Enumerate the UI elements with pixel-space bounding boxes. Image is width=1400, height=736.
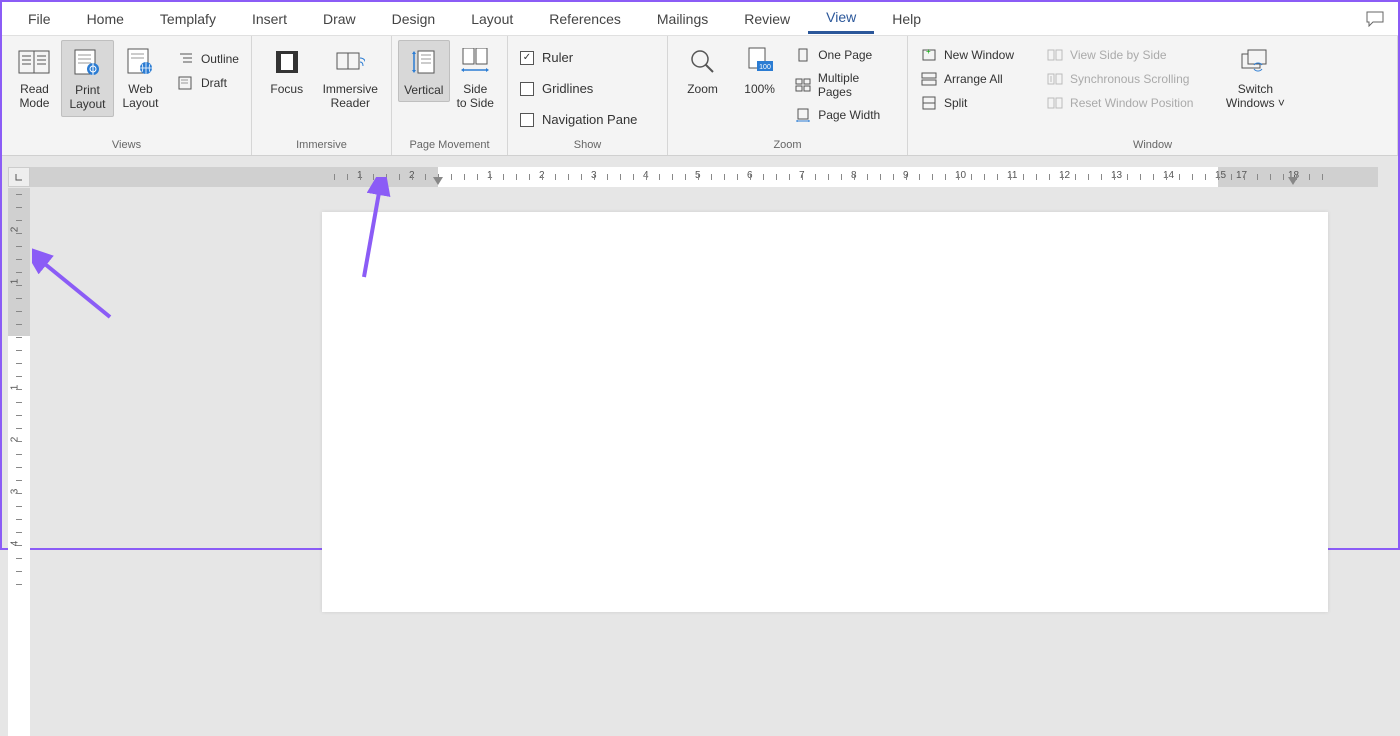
read-mode-button[interactable]: Read Mode: [8, 40, 61, 115]
gridlines-checkbox[interactable]: Gridlines: [514, 77, 643, 100]
focus-button[interactable]: Focus: [258, 40, 316, 100]
side-by-side-icon: [1046, 47, 1064, 63]
svg-text:+: +: [926, 48, 931, 56]
vertical-icon: [410, 45, 438, 81]
immersive-reader-icon: [335, 44, 365, 80]
one-page-icon: [794, 47, 812, 63]
zoom-button[interactable]: Zoom: [674, 40, 731, 100]
web-layout-button[interactable]: Web Layout: [114, 40, 167, 115]
zoom-100-button[interactable]: 100 100%: [731, 40, 788, 100]
new-window-icon: +: [920, 47, 938, 63]
reset-window-position-button[interactable]: Reset Window Position: [1040, 92, 1199, 114]
navigation-pane-checkbox[interactable]: Navigation Pane: [514, 108, 643, 131]
switch-windows-button[interactable]: Switch Windows ˅: [1219, 40, 1291, 115]
tab-design[interactable]: Design: [374, 5, 454, 33]
comment-icon[interactable]: [1366, 11, 1384, 27]
svg-text:100: 100: [759, 64, 771, 71]
group-label-immersive: Immersive: [252, 137, 391, 155]
group-label-views: Views: [2, 137, 251, 155]
print-layout-icon: [73, 45, 101, 81]
chevron-down-icon: ˅: [1278, 96, 1285, 110]
group-label-pagemovement: Page Movement: [392, 137, 507, 155]
draft-icon: [177, 75, 195, 91]
tab-file[interactable]: File: [10, 5, 69, 33]
web-layout-icon: [126, 44, 154, 80]
reset-window-icon: [1046, 95, 1064, 111]
arrange-all-icon: [920, 71, 938, 87]
checkbox-icon: ✓: [520, 51, 534, 65]
synchronous-scrolling-button[interactable]: Synchronous Scrolling: [1040, 68, 1199, 90]
print-layout-button[interactable]: Print Layout: [61, 40, 114, 117]
outline-icon: [177, 51, 195, 67]
page-width-icon: [794, 107, 812, 123]
checkbox-icon: [520, 82, 534, 96]
annotation-arrow: [350, 177, 400, 287]
immersive-reader-button[interactable]: Immersive Reader: [316, 40, 385, 115]
annotation-arrow: [32, 172, 122, 332]
sync-scroll-icon: [1046, 71, 1064, 87]
side-to-side-icon: [459, 44, 491, 80]
tab-view[interactable]: View: [808, 3, 874, 34]
group-label-zoom: Zoom: [668, 137, 907, 155]
outline-button[interactable]: Outline: [171, 48, 245, 70]
tab-references[interactable]: References: [531, 5, 639, 33]
one-page-button[interactable]: One Page: [788, 44, 901, 66]
tab-help[interactable]: Help: [874, 5, 939, 33]
split-icon: [920, 95, 938, 111]
tab-selector[interactable]: [8, 167, 30, 187]
ruler-checkbox[interactable]: ✓ Ruler: [514, 46, 643, 69]
tab-insert[interactable]: Insert: [234, 5, 305, 33]
horizontal-ruler[interactable]: 211234567891011121314151718: [30, 167, 1378, 187]
checkbox-icon: [520, 113, 534, 127]
zoom-100-icon: 100: [745, 44, 775, 80]
draft-button[interactable]: Draft: [171, 72, 245, 94]
tab-draw[interactable]: Draw: [305, 5, 374, 33]
vertical-button[interactable]: Vertical: [398, 40, 450, 102]
focus-icon: [274, 44, 300, 80]
arrange-all-button[interactable]: Arrange All: [914, 68, 1020, 90]
document-page[interactable]: [322, 212, 1328, 612]
multiple-pages-button[interactable]: Multiple Pages: [788, 68, 901, 102]
tab-mailings[interactable]: Mailings: [639, 5, 726, 33]
vertical-ruler[interactable]: 211234: [8, 188, 30, 548]
switch-windows-icon: [1240, 44, 1270, 80]
zoom-icon: [689, 44, 717, 80]
new-window-button[interactable]: + New Window: [914, 44, 1020, 66]
tab-layout[interactable]: Layout: [453, 5, 531, 33]
view-side-by-side-button[interactable]: View Side by Side: [1040, 44, 1199, 66]
side-to-side-button[interactable]: Side to Side: [450, 40, 501, 115]
tab-review[interactable]: Review: [726, 5, 808, 33]
page-width-button[interactable]: Page Width: [788, 104, 901, 126]
read-mode-icon: [18, 44, 50, 80]
tab-templafy[interactable]: Templafy: [142, 5, 234, 33]
group-label-window: Window: [908, 137, 1397, 155]
group-label-show: Show: [508, 137, 667, 155]
split-button[interactable]: Split: [914, 92, 1020, 114]
tab-home[interactable]: Home: [69, 5, 142, 33]
multiple-pages-icon: [794, 77, 812, 93]
